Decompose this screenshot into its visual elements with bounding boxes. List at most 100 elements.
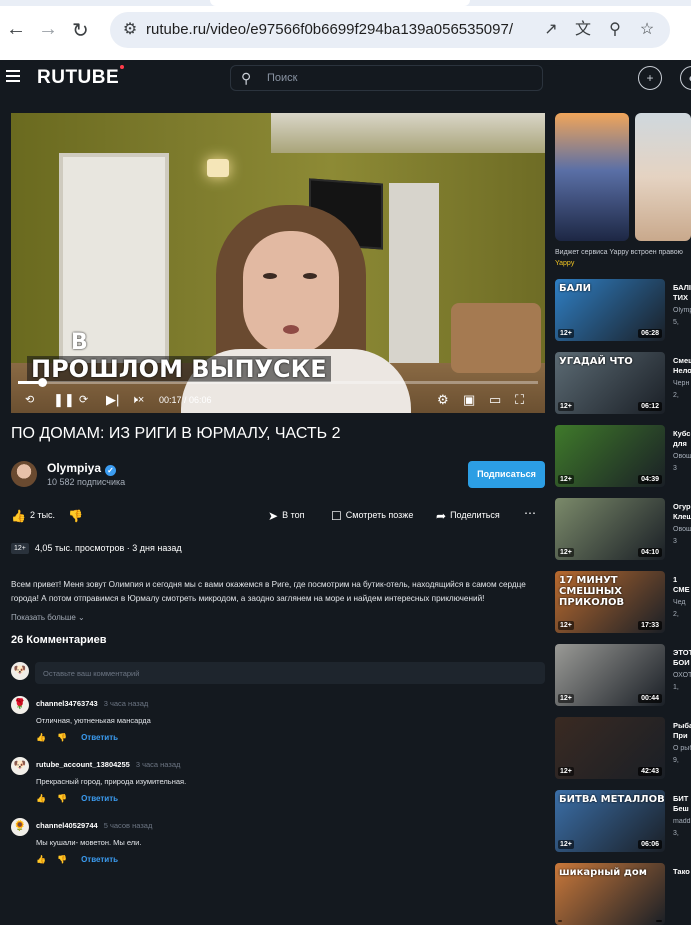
sidebar-video-title-line[interactable]: 1	[673, 575, 677, 584]
video-thumbnail[interactable]: 17 МИНУТ СМЕШНЫХ ПРИКОЛОВ 12+ 17:33	[555, 571, 665, 633]
sidebar-video-title-line[interactable]: БАЛІ	[673, 283, 691, 292]
commenter-avatar[interactable]: 🐶	[11, 757, 29, 775]
sidebar-video-title-line[interactable]: Тако	[673, 867, 690, 876]
menu-icon[interactable]	[6, 70, 20, 82]
sidebar-video-card[interactable]: 12+ 04:10 Огур Клещ Овощ 3	[555, 498, 691, 560]
sidebar-video-author[interactable]: Черн	[673, 380, 691, 387]
more-options-icon[interactable]: ⋯	[524, 506, 536, 520]
commenter-avatar[interactable]: 🌻	[11, 818, 29, 836]
video-thumbnail[interactable]: БИТВА МЕТАЛЛОВ 12+ 06:06	[555, 790, 665, 852]
sidebar-video-author[interactable]: madd	[673, 818, 691, 825]
sidebar-video-title-line[interactable]: При	[673, 731, 688, 740]
sidebar-video-author[interactable]: Овощ	[673, 526, 691, 533]
bookmark-star-icon[interactable]: ☆	[636, 19, 658, 41]
sidebar-video-title-line[interactable]: Нело	[673, 366, 691, 375]
reel-thumbnail[interactable]	[635, 113, 691, 241]
comment-dislike-icon[interactable]: 👎	[57, 855, 67, 864]
sidebar-video-author[interactable]: Овощ	[673, 453, 691, 460]
reply-button[interactable]: Ответить	[81, 794, 118, 803]
reload-icon[interactable]: ↻	[72, 18, 89, 43]
video-thumbnail[interactable]: 12+ 42:43	[555, 717, 665, 779]
sidebar-video-title-line[interactable]: Кубс	[673, 429, 690, 438]
url-text[interactable]: rutube.ru/video/e97566f0b6699f294ba139a0…	[146, 21, 513, 38]
sidebar-video-title[interactable]: ЭТОТ БОИ	[673, 648, 691, 668]
sidebar-video-card[interactable]: БИТВА МЕТАЛЛОВ 12+ 06:06 БИТ Беш madd 3,	[555, 790, 691, 852]
sidebar-video-title[interactable]: Кубс для	[673, 429, 691, 449]
to-top-button[interactable]: ➤ В топ	[268, 509, 304, 523]
sidebar-video-title[interactable]: Тако	[673, 867, 691, 877]
sidebar-video-title-line[interactable]: Рыба	[673, 721, 691, 730]
comment-like-icon[interactable]: 👍	[36, 855, 46, 864]
theater-mode-icon[interactable]: ▭	[489, 392, 501, 408]
channel-name[interactable]: Olympiya	[47, 461, 101, 475]
channel-avatar[interactable]	[11, 461, 37, 487]
pause-icon[interactable]: ❚❚	[53, 392, 75, 408]
zoom-icon[interactable]: ⚲	[604, 19, 626, 41]
back-arrow-icon[interactable]: ←	[6, 18, 26, 41]
sidebar-video-title-line[interactable]: ТИХ	[673, 293, 688, 302]
next-icon[interactable]: ▶|	[106, 392, 119, 408]
progress-bar[interactable]	[18, 378, 538, 387]
sidebar-video-title-line[interactable]: Беш	[673, 804, 689, 813]
channel-name-row[interactable]: Olympiya ✓	[47, 461, 117, 476]
comment-author[interactable]: channel40529744	[36, 821, 98, 830]
reel-author[interactable]: Yappy	[555, 260, 574, 267]
video-thumbnail[interactable]: БАЛИ 12+ 06:28	[555, 279, 665, 341]
video-thumbnail[interactable]: 12+ 04:10	[555, 498, 665, 560]
fullscreen-icon[interactable]: ⛶	[515, 392, 524, 408]
sidebar-video-author[interactable]: Olymp	[673, 307, 691, 314]
forward-arrow-icon[interactable]: →	[38, 18, 58, 41]
forward-10-icon[interactable]: ⟳	[79, 392, 88, 408]
rutube-logo[interactable]: RUTUBE	[37, 65, 125, 89]
dislike-button[interactable]: 👎	[68, 509, 87, 523]
sidebar-video-title-line[interactable]: БИТ	[673, 794, 688, 803]
sidebar-video-title[interactable]: БАЛІ ТИХ	[673, 283, 691, 303]
sidebar-video-author[interactable]: О рыб	[673, 745, 691, 752]
sidebar-video-title-line[interactable]: для	[673, 439, 687, 448]
comment-input[interactable]: Оставьте ваш комментарий	[35, 662, 545, 684]
sidebar-video-title[interactable]: 1 СМЕ	[673, 575, 691, 595]
active-tab[interactable]	[210, 0, 470, 6]
upload-icon[interactable]: +	[638, 66, 662, 90]
sidebar-video-title[interactable]: Огур Клещ	[673, 502, 691, 522]
sidebar-video-title[interactable]: БИТ Беш	[673, 794, 691, 814]
reply-button[interactable]: Ответить	[81, 855, 118, 864]
mute-icon[interactable]: 🕨×	[131, 392, 144, 408]
sidebar-video-title[interactable]: СмешНело	[673, 356, 691, 376]
sidebar-video-title-line[interactable]: Смеш	[673, 356, 691, 365]
sidebar-video-title-line[interactable]: Клещ	[673, 512, 691, 521]
sidebar-video-card[interactable]: 12+ 42:43 РыбаПри О рыб 9,	[555, 717, 691, 779]
video-thumbnail[interactable]: 12+ 04:39	[555, 425, 665, 487]
video-thumbnail[interactable]: шикарный дом	[555, 863, 665, 925]
sidebar-video-title[interactable]: РыбаПри	[673, 721, 691, 741]
sidebar-video-title-line[interactable]: СМЕ	[673, 585, 690, 594]
sidebar-video-title-line[interactable]: Огур	[673, 502, 691, 511]
sidebar-video-card[interactable]: шикарный дом Тако	[555, 863, 691, 925]
sidebar-video-card[interactable]: УГАДАЙ ЧТО 12+ 06:12 СмешНело Черн 2,	[555, 352, 691, 414]
video-player[interactable]: В ПРОШЛОМ ВЫПУСКЕ ⟲ ❚❚ ⟳ ▶| 🕨× 00:17 / 0…	[11, 113, 545, 413]
sidebar-video-author[interactable]: ОХОТ	[673, 672, 691, 679]
comment-author[interactable]: channel34763743	[36, 699, 98, 708]
progress-handle[interactable]	[37, 378, 47, 387]
open-external-icon[interactable]: ↗	[540, 19, 562, 41]
search-box[interactable]: ⚲ Поиск	[230, 65, 543, 91]
sidebar-video-card[interactable]: 12+ 00:44 ЭТОТ БОИ ОХОТ 1,	[555, 644, 691, 706]
comment-like-icon[interactable]: 👍	[36, 794, 46, 803]
like-button[interactable]: 👍 2 тыс.	[11, 509, 55, 523]
reel-thumbnail[interactable]	[555, 113, 629, 241]
sidebar-video-title-line[interactable]: ЭТОТ	[673, 648, 691, 657]
sidebar-video-card[interactable]: 17 МИНУТ СМЕШНЫХ ПРИКОЛОВ 12+ 17:33 1 СМЕ Чед…	[555, 571, 691, 633]
share-button[interactable]: ➦ Поделиться	[436, 509, 500, 523]
show-more-link[interactable]: Показать больше ⌄	[11, 613, 85, 622]
miniplayer-icon[interactable]: ▣	[463, 392, 475, 408]
watch-later-button[interactable]: ☐ Смотреть позже	[331, 509, 413, 523]
video-thumbnail[interactable]: 12+ 00:44	[555, 644, 665, 706]
video-thumbnail[interactable]: УГАДАЙ ЧТО 12+ 06:12	[555, 352, 665, 414]
subscribe-button[interactable]: Подписаться	[468, 461, 545, 488]
comment-author[interactable]: rutube_account_13804255	[36, 760, 130, 769]
commenter-avatar[interactable]: 🌹	[11, 696, 29, 714]
address-bar[interactable]: ⚙ rutube.ru/video/e97566f0b6699f294ba139…	[110, 12, 670, 48]
reply-button[interactable]: Ответить	[81, 733, 118, 742]
comment-like-icon[interactable]: 👍	[36, 733, 46, 742]
rewind-10-icon[interactable]: ⟲	[25, 392, 34, 408]
